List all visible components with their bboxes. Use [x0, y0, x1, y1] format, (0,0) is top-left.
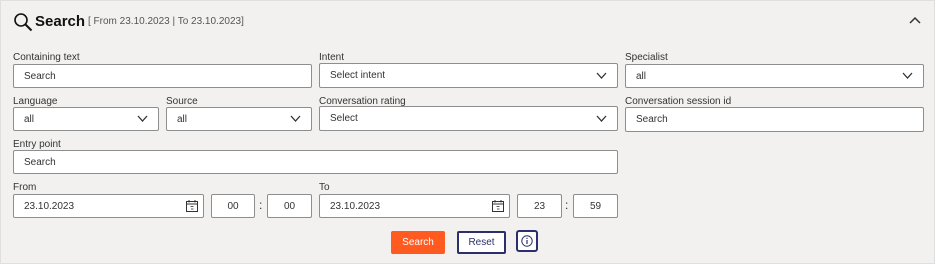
containing-text-label: Containing text [13, 52, 80, 63]
source-select[interactable]: all [166, 107, 312, 131]
containing-text-input[interactable]: Search [13, 64, 312, 88]
search-button[interactable]: Search [391, 231, 445, 254]
info-icon [521, 235, 533, 247]
time-separator: : [259, 198, 263, 212]
reset-button[interactable]: Reset [457, 231, 506, 254]
chevron-down-icon [596, 72, 607, 79]
session-id-label: Conversation session id [625, 96, 732, 107]
chevron-down-icon [137, 115, 148, 122]
chevron-down-icon [596, 115, 607, 122]
chevron-up-icon[interactable] [907, 13, 923, 29]
chevron-down-icon [902, 72, 913, 79]
from-hour-input[interactable]: 00 [211, 194, 255, 218]
calendar-icon[interactable] [186, 200, 198, 212]
language-select[interactable]: all [13, 107, 159, 131]
from-label: From [13, 182, 37, 193]
chevron-down-icon [290, 115, 301, 122]
entry-point-input[interactable]: Search [13, 150, 618, 174]
entry-point-label: Entry point [13, 139, 61, 150]
source-label: Source [166, 96, 198, 107]
calendar-icon[interactable] [492, 200, 504, 212]
specialist-label: Specialist [625, 52, 668, 63]
search-icon [14, 13, 33, 32]
language-label: Language [13, 96, 58, 107]
panel-title: Search [35, 13, 86, 30]
intent-label: Intent [319, 52, 345, 63]
conversation-rating-select[interactable]: Select [319, 106, 618, 131]
from-minute-input[interactable]: 00 [267, 194, 312, 218]
time-separator: : [565, 198, 569, 212]
intent-select[interactable]: Select intent [319, 63, 618, 88]
date-range-summary: [ From 23.10.2023 | To 23.10.2023] [88, 16, 244, 27]
session-id-input[interactable]: Search [625, 107, 924, 132]
to-hour-input[interactable]: 23 [517, 194, 562, 218]
from-date-input[interactable]: 23.10.2023 [13, 194, 204, 218]
search-panel: Search [ From 23.10.2023 | To 23.10.2023… [0, 0, 935, 264]
to-label: To [319, 182, 330, 193]
info-button[interactable] [516, 230, 538, 252]
specialist-select[interactable]: all [625, 64, 924, 88]
to-minute-input[interactable]: 59 [573, 194, 618, 218]
to-date-input[interactable]: 23.10.2023 [319, 194, 510, 218]
